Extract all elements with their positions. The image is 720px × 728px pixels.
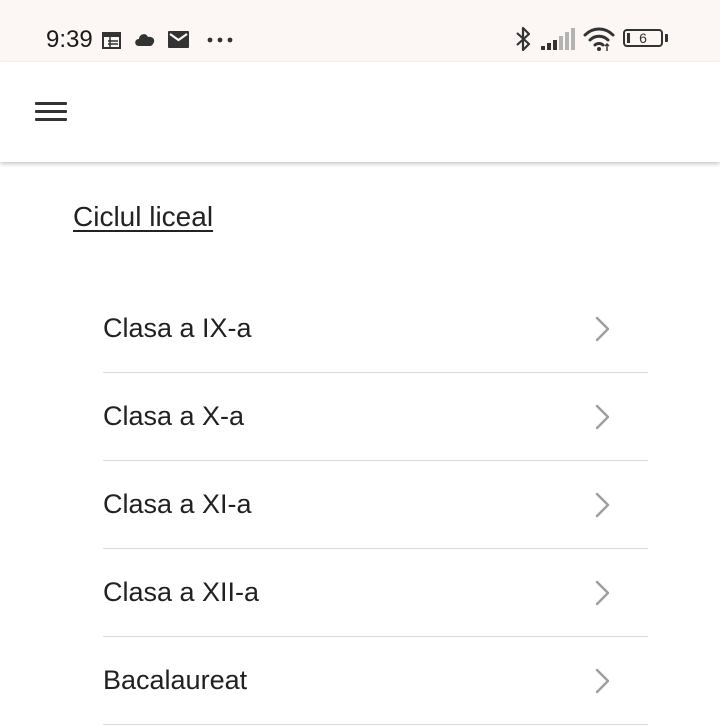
class-list: Clasa a IX-a Clasa a X-a Clasa a XI-a Cl… [103,285,648,725]
cloud-icon [135,34,155,46]
bluetooth-icon [516,26,531,52]
battery-icon: 6 [623,29,663,47]
calendar-icon [102,32,121,49]
hamburger-menu-icon[interactable] [24,89,78,135]
list-item-label: Clasa a XI-a [103,489,252,519]
more-dots-icon [207,37,233,43]
list-item-bacalaureat[interactable]: Bacalaureat [103,637,648,725]
list-item-clasa-ix[interactable]: Clasa a IX-a [103,285,648,373]
status-time: 9:39 [46,26,93,53]
mail-icon [168,31,189,48]
list-item-label: Bacalaureat [103,665,248,695]
app-bar [0,62,720,162]
status-bar: 9:39 6 [0,0,720,62]
signal-icon [541,28,575,50]
list-item-label: Clasa a IX-a [103,313,252,343]
list-item-label: Clasa a X-a [103,401,245,431]
section-title-link[interactable]: Ciclul liceal [73,199,213,235]
chevron-right-icon [595,316,610,342]
chevron-right-icon [595,668,610,694]
battery-level: 6 [639,30,647,46]
chevron-right-icon [595,580,610,606]
list-item-clasa-xii[interactable]: Clasa a XII-a [103,549,648,637]
chevron-right-icon [595,404,610,430]
list-item-clasa-xi[interactable]: Clasa a XI-a [103,461,648,549]
list-item-label: Clasa a XII-a [103,577,260,607]
battery-tip [665,34,668,42]
wifi-icon [583,27,615,51]
list-item-clasa-x[interactable]: Clasa a X-a [103,373,648,461]
chevron-right-icon [595,492,610,518]
